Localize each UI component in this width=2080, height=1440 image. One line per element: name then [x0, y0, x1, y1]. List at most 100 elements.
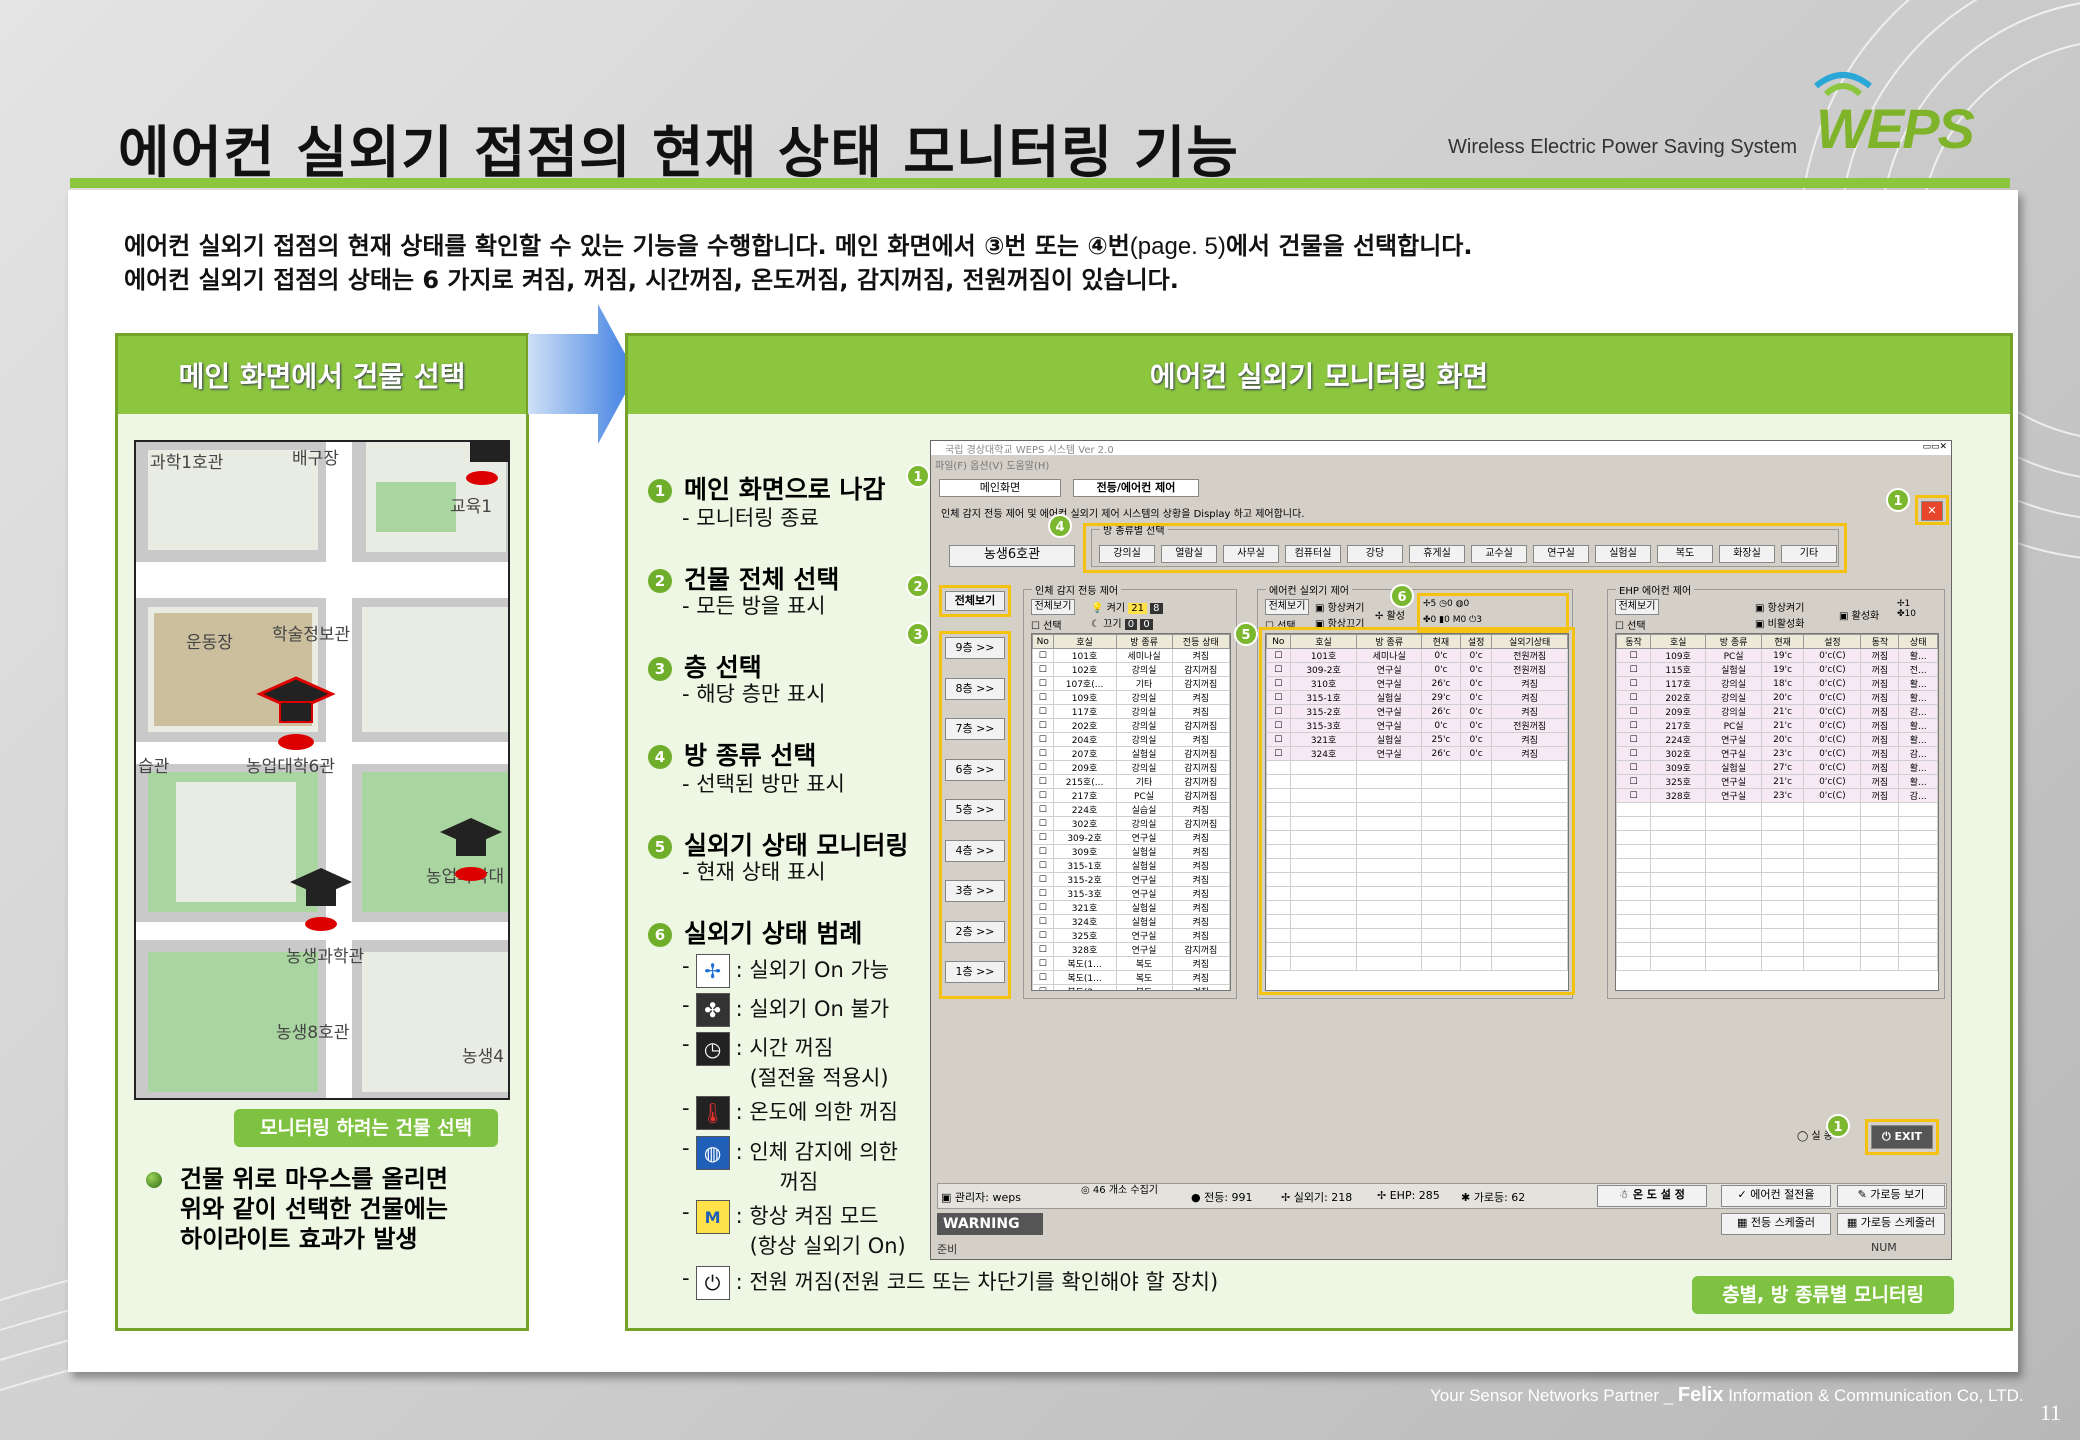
light-scheduler-button[interactable]: ▦ 전등 스케줄러 [1721, 1213, 1831, 1235]
table-row[interactable] [1616, 844, 1938, 859]
table-row[interactable] [1616, 900, 1938, 915]
row-checkbox[interactable]: ☐ [1032, 830, 1054, 845]
table-row[interactable]: ☐ 325호 연구실 켜짐 [1032, 928, 1230, 943]
row-checkbox[interactable] [1616, 886, 1652, 901]
room-type-button[interactable]: 복도 [1657, 545, 1713, 563]
row-checkbox[interactable] [1616, 858, 1652, 873]
row-checkbox[interactable] [1616, 942, 1652, 957]
table-row[interactable]: ☐ 107호(... 기타 감지꺼짐 [1032, 676, 1230, 691]
ehp-select-checkbox[interactable]: ☐ 선택 [1615, 617, 1646, 632]
table-row[interactable] [1616, 942, 1938, 957]
table-row[interactable]: ☐ 202호 강의실 20'c 0'c(C) 꺼짐 활... [1616, 690, 1938, 705]
table-row[interactable] [1616, 914, 1938, 929]
room-type-button[interactable]: 연구실 [1533, 545, 1589, 563]
table-row[interactable]: ☐ 309호 실험실 27'c 0'c(C) 꺼짐 활... [1616, 760, 1938, 775]
column-header[interactable]: 동작 [1860, 634, 1900, 649]
row-checkbox[interactable] [1616, 830, 1652, 845]
ehp-table[interactable]: 동작 호실 방 종류 현재 설정 동작 상태 ☐ 109호 PC실 19'c 0'c(C) 꺼짐 활...… [1615, 633, 1939, 991]
table-row[interactable]: ☐ 328호 연구실 감지꺼짐 [1032, 942, 1230, 957]
row-checkbox[interactable]: ☐ [1616, 662, 1652, 677]
building-button[interactable]: 농생6호관 [949, 545, 1075, 567]
row-checkbox[interactable]: ☐ [1032, 704, 1054, 719]
column-header[interactable]: 현재 [1760, 634, 1805, 649]
room-type-button[interactable]: 강의실 [1099, 545, 1155, 563]
menu-bar[interactable]: 파일(F) 옵션(V) 도움말(H) [935, 457, 1049, 472]
row-checkbox[interactable]: ☐ [1032, 942, 1054, 957]
temp-setting-button[interactable]: ☃ 온 도 설 정 [1597, 1185, 1707, 1207]
table-row[interactable] [1616, 802, 1938, 817]
table-row[interactable]: ☐ 315-3호 연구실 켜짐 [1032, 886, 1230, 901]
table-row[interactable]: ☐ 315-1호 실험실 켜짐 [1032, 858, 1230, 873]
table-row[interactable]: ☐ 109호 강의실 켜짐 [1032, 690, 1230, 705]
row-checkbox[interactable]: ☐ [1616, 746, 1652, 761]
room-type-button[interactable]: 컴퓨터실 [1285, 545, 1341, 563]
table-row[interactable] [1616, 830, 1938, 845]
street-scheduler-button[interactable]: ▦ 가로등 스케줄러 [1837, 1213, 1945, 1235]
table-row[interactable]: ☐ 325호 연구실 21'c 0'c(C) 꺼짐 활... [1616, 774, 1938, 789]
room-type-button[interactable]: 기타 [1781, 545, 1837, 563]
table-row[interactable]: ☐ 117호 강의실 켜짐 [1032, 704, 1230, 719]
row-checkbox[interactable]: ☐ [1616, 774, 1652, 789]
column-header[interactable]: 동작 [1616, 634, 1652, 649]
row-checkbox[interactable]: ☐ [1032, 872, 1054, 887]
room-type-button[interactable]: 실험실 [1595, 545, 1651, 563]
table-row[interactable] [1616, 886, 1938, 901]
ac-saving-button[interactable]: ✓ 에어컨 절전율 [1721, 1185, 1831, 1207]
row-checkbox[interactable]: ☐ [1616, 690, 1652, 705]
row-checkbox[interactable] [1616, 816, 1652, 831]
row-checkbox[interactable] [1616, 928, 1652, 943]
column-header[interactable]: 상태 [1898, 634, 1938, 649]
table-row[interactable]: ☐ 321호 실험실 켜짐 [1032, 900, 1230, 915]
column-header[interactable]: 설정 [1803, 634, 1862, 649]
table-row[interactable]: ☐ 309호 실험실 켜짐 [1032, 844, 1230, 859]
table-row[interactable]: ☐ 224호 연구실 20'c 0'c(C) 꺼짐 활... [1616, 732, 1938, 747]
light-select-checkbox[interactable]: ☐ 선택 [1031, 617, 1062, 632]
row-checkbox[interactable]: ☐ [1616, 760, 1652, 775]
tab-main[interactable]: 메인화면 [939, 479, 1061, 497]
row-checkbox[interactable]: ☐ [1032, 760, 1054, 775]
row-checkbox[interactable] [1616, 844, 1652, 859]
row-checkbox[interactable]: ☐ [1616, 648, 1652, 663]
campus-map[interactable]: 과학1호관 배구장 교육1 운동장 학술정보관 습관 농업대학6관 농업과학대 … [134, 440, 510, 1100]
table-row[interactable]: ☐ 202호 강의실 감지꺼짐 [1032, 718, 1230, 733]
table-row[interactable]: ☐ 217호 PC실 21'c 0'c(C) 꺼짐 활... [1616, 718, 1938, 733]
table-row[interactable]: ☐ 204호 강의실 켜짐 [1032, 732, 1230, 747]
row-checkbox[interactable]: ☐ [1032, 886, 1054, 901]
row-checkbox[interactable] [1616, 900, 1652, 915]
table-row[interactable]: ☐ 215호(... 기타 감지꺼짐 [1032, 774, 1230, 789]
building-marker-icon[interactable] [446, 442, 510, 502]
ehp-always-on-button[interactable]: ▣ 항상켜기 [1755, 599, 1804, 614]
table-row[interactable]: ☐ 102호 강의실 감지꺼짐 [1032, 662, 1230, 677]
building-marker-highlighted-icon[interactable] [256, 672, 336, 752]
column-header[interactable]: 호실 [1650, 634, 1707, 649]
ehp-all-view-button[interactable]: 전체보기 [1615, 599, 1659, 615]
row-checkbox[interactable]: ☐ [1032, 900, 1054, 915]
room-type-button[interactable]: 사무실 [1223, 545, 1279, 563]
column-header[interactable]: 방 종류 [1705, 634, 1762, 649]
table-row[interactable]: ☐ 복도(1... 복도 켜짐 [1032, 956, 1230, 971]
room-type-button[interactable]: 화장실 [1719, 545, 1775, 563]
table-row[interactable]: ☐ 302호 연구실 23'c 0'c(C) 꺼짐 감... [1616, 746, 1938, 761]
table-row[interactable] [1616, 928, 1938, 943]
row-checkbox[interactable]: ☐ [1032, 648, 1054, 663]
ac-activate-button[interactable]: ✢ 활성 [1375, 607, 1405, 622]
table-row[interactable] [1616, 858, 1938, 873]
table-row[interactable]: ☐ 109호 PC실 19'c 0'c(C) 꺼짐 활... [1616, 648, 1938, 663]
room-type-button[interactable]: 교수실 [1471, 545, 1527, 563]
row-checkbox[interactable]: ☐ [1032, 662, 1054, 677]
row-checkbox[interactable]: ☐ [1616, 788, 1652, 803]
row-checkbox[interactable]: ☐ [1032, 928, 1054, 943]
table-row[interactable] [1616, 816, 1938, 831]
room-type-button[interactable]: 휴게실 [1409, 545, 1465, 563]
light-on-control[interactable]: 💡 켜기 21 8 [1091, 599, 1163, 614]
street-view-button[interactable]: ✎ 가로등 보기 [1837, 1185, 1945, 1207]
light-off-control[interactable]: ☾ 끄기 0 0 [1091, 615, 1153, 630]
row-checkbox[interactable]: ☐ [1616, 732, 1652, 747]
table-row[interactable]: ☐ 101호 세미나실 켜짐 [1032, 648, 1230, 663]
table-row[interactable] [1616, 956, 1938, 971]
table-row[interactable]: ☐ 302호 강의실 감지꺼짐 [1032, 816, 1230, 831]
row-checkbox[interactable]: ☐ [1032, 844, 1054, 859]
row-checkbox[interactable]: ☐ [1616, 718, 1652, 733]
table-row[interactable]: ☐ 207호 실험실 감지꺼짐 [1032, 746, 1230, 761]
ac-always-on-button[interactable]: ▣ 항상켜기 [1315, 599, 1364, 614]
